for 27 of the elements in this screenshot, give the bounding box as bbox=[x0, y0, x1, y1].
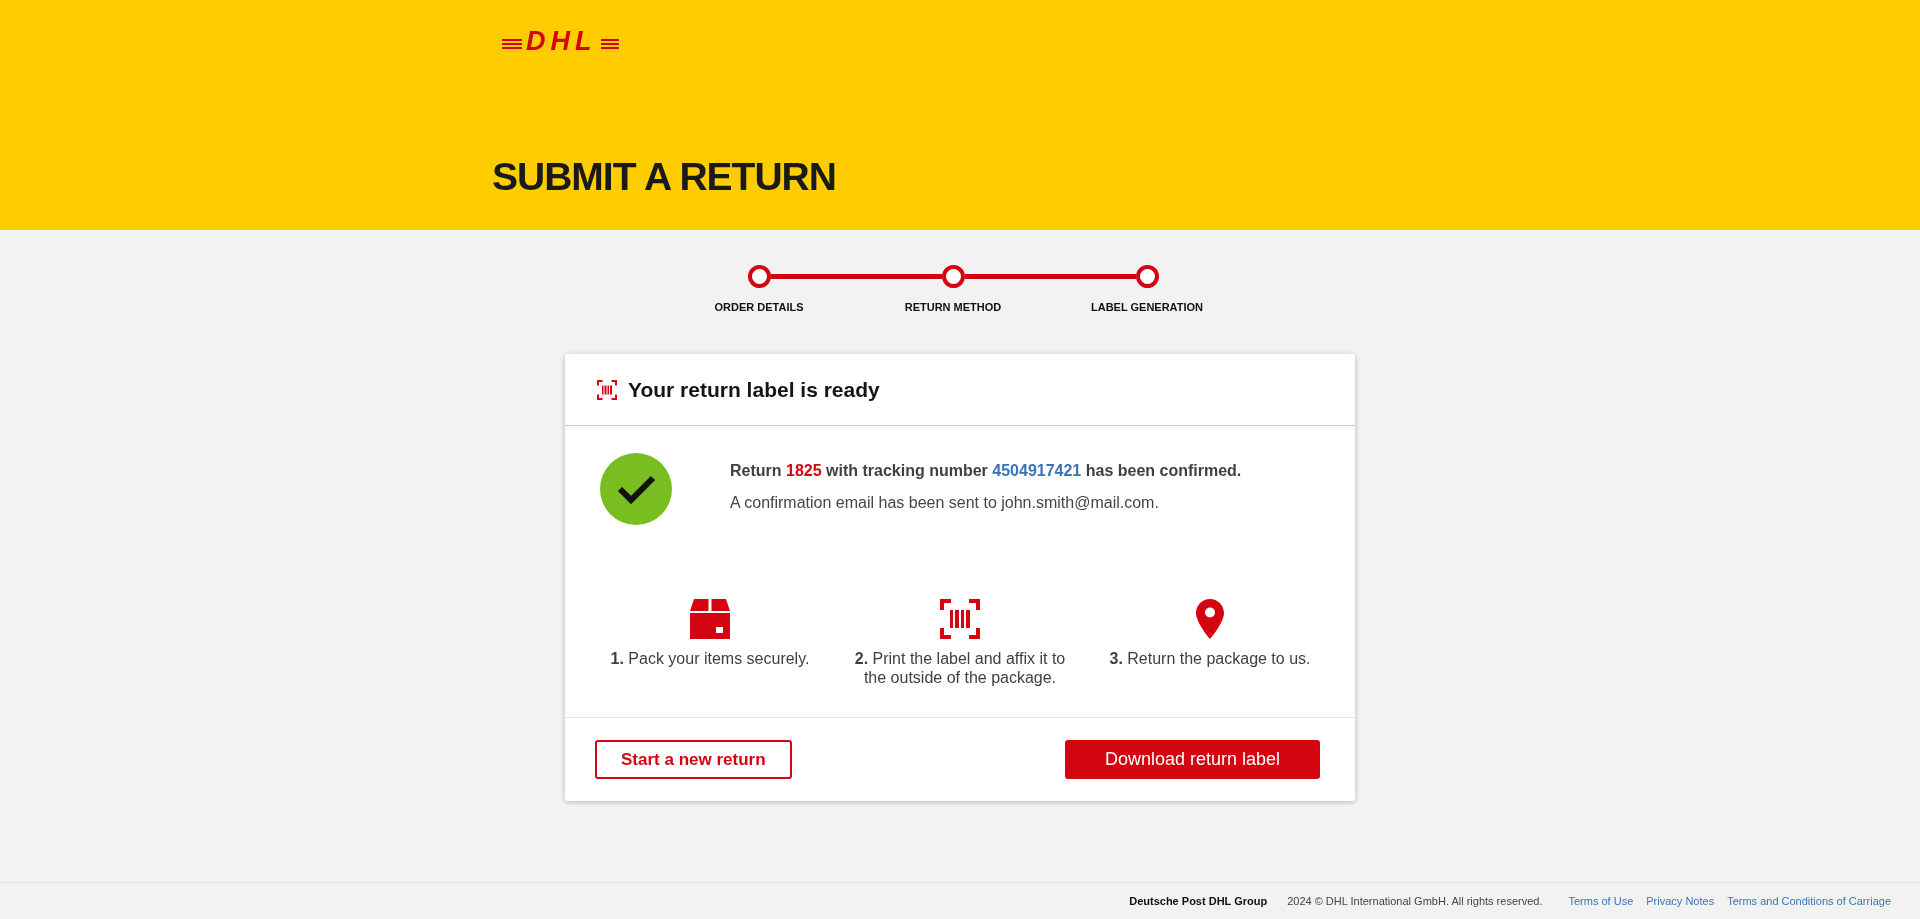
step-instruction: 3. Return the package to us. bbox=[1109, 649, 1311, 668]
check-icon bbox=[600, 453, 672, 525]
map-pin-icon bbox=[1196, 599, 1224, 639]
step-label: LABEL GENERATION bbox=[1089, 300, 1204, 314]
footer-link[interactable]: Privacy Notes bbox=[1646, 895, 1715, 907]
barcode-icon bbox=[597, 379, 617, 400]
barcode-icon bbox=[940, 599, 980, 639]
step-circle bbox=[1135, 265, 1159, 288]
start-return-button[interactable]: Start a new return bbox=[595, 740, 792, 779]
email-note: A confirmation email has been sent to john.smith@mail.com. bbox=[730, 493, 1160, 513]
step-circle bbox=[747, 265, 771, 288]
tracking-number-link[interactable]: 4504917421 bbox=[992, 462, 1082, 479]
card-title: Your return label is ready bbox=[628, 377, 880, 402]
step-label: RETURN METHOD bbox=[903, 300, 1003, 314]
step-instruction: 1. Pack your items securely. bbox=[610, 649, 810, 668]
footer-link[interactable]: Terms and Conditions of Carriage bbox=[1727, 895, 1891, 907]
step-instruction: 2. Print the label and affix it to the outside of the package. bbox=[853, 649, 1067, 687]
confirmation-message: Return 1825 with tracking number 4504917421 has been confirmed. bbox=[730, 461, 1242, 481]
box-icon bbox=[690, 599, 730, 639]
step-circle bbox=[941, 265, 965, 288]
company-name: Deutsche Post DHL Group bbox=[1129, 895, 1268, 907]
copyright-text: 2024 © DHL International GmbH. All rights reserved. bbox=[1287, 895, 1543, 907]
step-label: ORDER DETAILS bbox=[713, 300, 805, 314]
logo[interactable]: DHL bbox=[502, 31, 619, 51]
footer-link[interactable]: Terms of Use bbox=[1568, 895, 1634, 907]
download-label-button[interactable]: Download return label bbox=[1064, 740, 1320, 779]
page-title: SUBMIT A RETURN bbox=[492, 154, 837, 199]
